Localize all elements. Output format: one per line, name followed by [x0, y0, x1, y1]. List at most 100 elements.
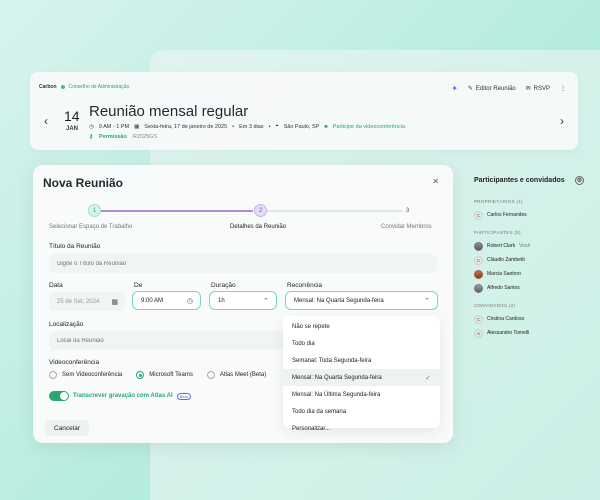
sparkle-icon[interactable]: ✦ [451, 84, 458, 93]
participant-row[interactable]: C Cláudio Zambetti [474, 253, 584, 267]
event-relative: Em 3 dias [239, 123, 264, 130]
dropdown-option[interactable]: Todo dia [283, 335, 440, 352]
dropdown-option[interactable]: Não se repete [283, 318, 440, 335]
editor-button[interactable]: ✎ Editor Reunião [467, 85, 516, 93]
participant-name: Cristina Cardoso [487, 316, 525, 322]
participant-row[interactable]: C Carlos Fernandes [474, 208, 584, 222]
transcribe-toggle[interactable] [49, 391, 69, 401]
video-option-label: Atlas Meet (Beta) [219, 372, 267, 378]
radio-icon [206, 371, 215, 379]
title-label: Título da Reunião [49, 243, 101, 250]
editor-button-label: Editor Reunião [475, 85, 516, 92]
dropdown-option[interactable]: Mensal: Na Última Segunda-feira [283, 386, 440, 403]
status-dot-icon [60, 85, 65, 89]
time-field[interactable]: 9:00 AM ◷ [132, 291, 201, 310]
step-3-circle[interactable]: 3 [401, 204, 414, 217]
section-title: PARTICIPANTES (5) [474, 230, 521, 235]
dropdown-option[interactable]: Personalizar... [283, 420, 440, 437]
cancel-button[interactable]: Cancelar [45, 420, 90, 436]
step-2-circle[interactable]: 2 [254, 204, 267, 217]
participants-section: PARTICIPANTES (5) Robert Clark Você C Cl… [474, 230, 584, 295]
stepper-line-done [101, 210, 253, 212]
date-label: Data [49, 282, 63, 289]
guests-section: CONVIDADOS (2) C Cristina Cardoso A Ales… [474, 303, 584, 340]
rsvp-button[interactable]: ✉ RSVP [525, 85, 550, 93]
check-icon: ✓ [425, 374, 431, 382]
transcribe-row: Transcrever gravação com Atlas AI Beta [49, 391, 191, 401]
event-meta: ◷ 9 AM - 1 PM ▦ Sexta-feira, 17 de janei… [89, 123, 405, 130]
duration-select[interactable]: 1h ⌃ [209, 291, 277, 310]
transcribe-label: Transcrever gravação com Atlas AI [73, 393, 173, 399]
close-icon[interactable]: ✕ [432, 177, 439, 186]
prev-arrow-icon[interactable]: ‹ [44, 114, 48, 128]
video-options: Sem Videoconferência Microsoft Teams Atl… [49, 371, 266, 379]
beta-badge: Beta [176, 392, 191, 400]
video-option-none[interactable]: Sem Videoconferência [49, 371, 122, 379]
location-input[interactable] [57, 337, 276, 344]
participant-name: Cláudio Zambetti [487, 257, 525, 263]
recurrence-value: Mensal: Na Quarta Segunda-feira [294, 297, 384, 304]
separator-dot: • [232, 123, 235, 130]
calendar-icon: ▦ [111, 298, 118, 306]
event-permission-row: ⚷ Permissão R2025GS [89, 134, 157, 140]
more-icon[interactable]: ⋮ [560, 85, 566, 92]
org-name[interactable]: Carbon [39, 84, 57, 90]
time-label: De [134, 282, 143, 289]
participant-row[interactable]: Alfredo Santos [474, 281, 584, 295]
participant-name: Carlos Fernandes [487, 212, 527, 218]
avatar [474, 241, 483, 251]
title-input[interactable] [57, 260, 429, 267]
location-label: Localização [49, 321, 84, 328]
pencil-icon: ✎ [467, 86, 473, 92]
participant-row[interactable]: A Alessandro Tornelli [474, 326, 584, 340]
council-name[interactable]: Conselho de Administração [69, 84, 130, 90]
duration-value: 1h [218, 297, 225, 304]
video-option-atlas[interactable]: Atlas Meet (Beta) [206, 371, 267, 379]
location-field[interactable] [49, 331, 284, 350]
step-1-circle[interactable]: 1 [88, 204, 101, 217]
event-date: Sexta-feira, 17 de janeiro de 2025 [144, 123, 228, 130]
clock-icon: ◷ [89, 123, 94, 130]
section-title: CONVIDADOS (2) [474, 303, 516, 308]
calendar-icon: ▦ [134, 123, 140, 130]
title-field[interactable] [49, 254, 437, 273]
participant-row[interactable]: C Cristina Cardoso [474, 312, 584, 326]
avatar [474, 269, 483, 279]
event-actions: ✦ ✎ Editor Reunião ✉ RSVP ⋮ [451, 84, 566, 93]
recurrence-label: Recorrência [287, 282, 323, 289]
video-label: Videoconferência [49, 359, 100, 366]
step-3-label: Convidar Membros [381, 224, 432, 230]
chevron-up-icon: ⌃ [263, 297, 269, 305]
separator-dot: • [268, 123, 271, 130]
event-location: São Paulo, SP [283, 123, 320, 130]
participants-panel: Participantes e convidados ⚙ PROPRIETÁRI… [474, 176, 584, 340]
recurrence-select[interactable]: Mensal: Na Quarta Segunda-feira ⌃ [285, 291, 438, 310]
duration-label: Duração [211, 282, 236, 289]
modal-title: Nova Reunião [43, 176, 124, 190]
participant-name: Alfredo Santos [487, 285, 520, 291]
mail-icon: ✉ [525, 86, 531, 92]
stepper-line-pending [267, 210, 402, 212]
dropdown-option-selected[interactable]: Mensal: Na Quarta Segunda-feira ✓ [283, 369, 440, 386]
avatar: C [474, 255, 483, 265]
breadcrumb: Carbon Conselho de Administração [39, 84, 129, 90]
event-code: R2025GS [132, 134, 158, 140]
dropdown-option[interactable]: Todo dia da semana [283, 403, 440, 420]
radio-checked-icon [136, 371, 145, 379]
participant-row[interactable]: Marcia Santoro [474, 267, 584, 281]
participant-row[interactable]: Robert Clark Você [474, 239, 584, 253]
video-option-teams[interactable]: Microsoft Teams [136, 371, 193, 379]
video-option-label: Sem Videoconferência [62, 372, 123, 378]
event-day: 14 [64, 108, 80, 124]
participants-title: Participantes e convidados [474, 177, 565, 184]
event-time: 9 AM - 1 PM [98, 123, 130, 130]
next-arrow-icon[interactable]: › [560, 114, 564, 128]
permission-link[interactable]: Permissão [99, 134, 127, 140]
date-field[interactable]: 25 de Set, 2024 ▦ [49, 292, 125, 311]
owners-section: PROPRIETÁRIOS (1) C Carlos Fernandes [474, 199, 584, 222]
avatar: C [474, 314, 483, 324]
videoconf-link[interactable]: Participe da videoconferência [333, 124, 405, 130]
settings-gear-icon[interactable]: ⚙ [575, 176, 584, 185]
event-month: JAN [66, 126, 79, 132]
dropdown-option[interactable]: Semanal: Toda Segunda-feira [283, 352, 440, 369]
